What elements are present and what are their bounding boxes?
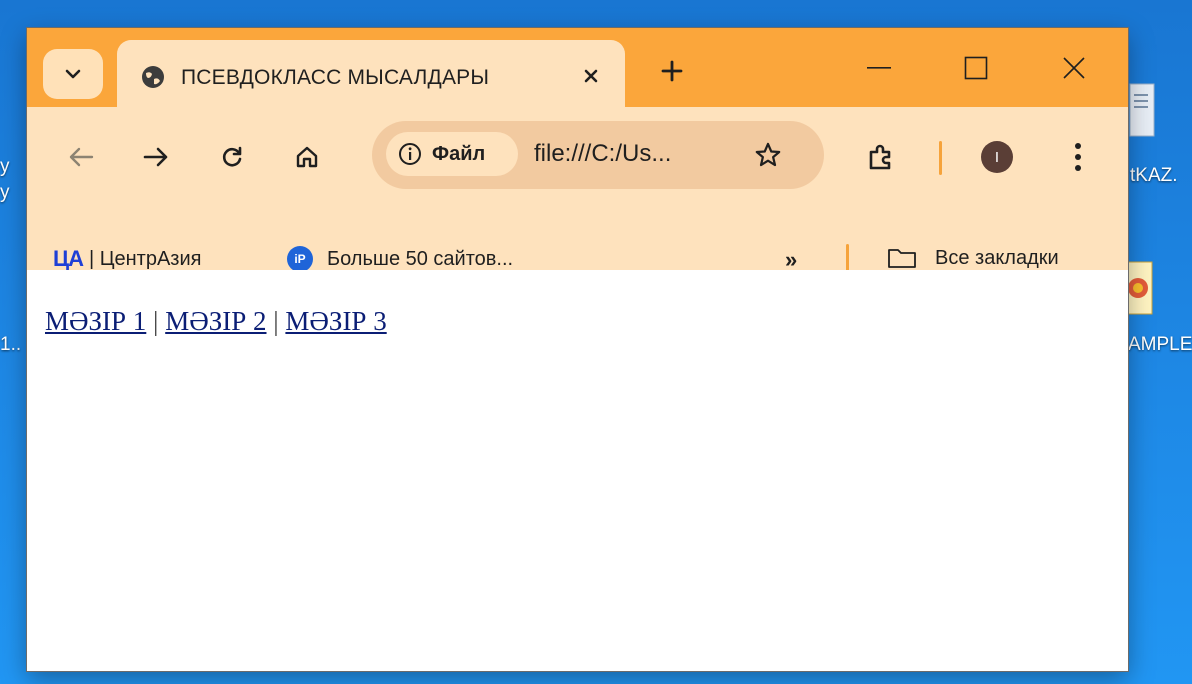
url-text[interactable]: file:///C:/Us...: [534, 140, 671, 168]
browser-toolbar: Файл file:///C:/Us... I ЦА | ЦентрАзия i…: [27, 107, 1128, 276]
desktop-icon-label: у: [0, 182, 10, 203]
reload-icon: [222, 146, 242, 167]
address-bar[interactable]: Файл file:///C:/Us...: [372, 121, 824, 189]
tab-title: ПСЕВДОКЛАСС МЫСАЛДАРЫ: [181, 66, 490, 89]
puzzle-icon: [869, 144, 891, 170]
tab-search-button[interactable]: [43, 49, 103, 99]
bookmark-star-button[interactable]: [750, 137, 786, 173]
link-separator: |: [273, 306, 279, 336]
maximize-button[interactable]: [946, 46, 1006, 90]
tab-close-button[interactable]: [577, 62, 605, 90]
plus-icon: [661, 60, 683, 82]
ip-logo: iP: [287, 246, 313, 272]
desktop-icon-label[interactable]: AMPLE: [1128, 334, 1192, 356]
document-icon[interactable]: [1128, 80, 1164, 145]
arrow-left-icon: [69, 147, 94, 167]
extensions-button[interactable]: [861, 137, 901, 177]
link-separator: |: [153, 306, 159, 336]
page-content: МӘЗІР 1 | МӘЗІР 2 | МӘЗІР 3: [27, 270, 1128, 671]
active-tab[interactable]: ПСЕВДОКЛАСС МЫСАЛДАРЫ: [117, 40, 625, 110]
minimize-button[interactable]: [849, 46, 909, 90]
site-info-chip[interactable]: Файл: [386, 132, 518, 176]
globe-icon: [141, 65, 165, 94]
menu-link-3[interactable]: МӘЗІР 3: [285, 306, 386, 336]
site-info-label: Файл: [432, 142, 486, 165]
back-button[interactable]: [61, 137, 101, 177]
folder-icon: [888, 249, 916, 268]
bookmark-label: Больше 50 сайтов...: [327, 247, 514, 270]
close-icon: [1063, 57, 1085, 79]
desktop-icon-label[interactable]: tKAZ.: [1130, 165, 1178, 187]
profile-avatar[interactable]: I: [981, 141, 1013, 173]
info-icon: [399, 143, 421, 165]
star-icon: [755, 142, 781, 167]
arrow-right-icon: [143, 147, 168, 167]
menu-link-1[interactable]: МӘЗІР 1: [45, 306, 146, 336]
centrasia-logo: ЦА: [53, 246, 84, 271]
new-tab-button[interactable]: [652, 51, 692, 91]
title-bar: ПСЕВДОКЛАСС МЫСАЛДАРЫ: [27, 28, 1128, 110]
all-bookmarks-label: Все закладки: [935, 246, 1059, 269]
maximize-icon: [964, 56, 988, 80]
all-bookmarks-button[interactable]: Все закладки: [887, 246, 1059, 270]
forward-button[interactable]: [136, 137, 176, 177]
more-menu-button[interactable]: [1063, 137, 1093, 177]
chevron-down-icon: [65, 69, 81, 79]
more-vertical-icon: [1075, 143, 1081, 171]
bookmark-ip[interactable]: iP Больше 50 сайтов...: [287, 246, 513, 272]
close-icon: [584, 69, 598, 83]
menu-links: МӘЗІР 1 | МӘЗІР 2 | МӘЗІР 3: [45, 306, 387, 337]
menu-link-2[interactable]: МӘЗІР 2: [165, 306, 266, 336]
close-window-button[interactable]: [1044, 46, 1104, 90]
bookmark-centrasia[interactable]: ЦА | ЦентрАзия: [53, 246, 201, 272]
bookmark-label: | ЦентрАзия: [88, 247, 202, 270]
home-button[interactable]: [287, 137, 327, 177]
desktop-icon-label: у: [0, 156, 10, 177]
toolbar-divider: [939, 141, 942, 175]
desktop-icon-label: 1..: [0, 334, 22, 355]
browser-window: ПСЕВДОКЛАСС МЫСАЛДАРЫ Файл file:///C:/Us…: [27, 28, 1128, 671]
home-icon: [296, 146, 318, 168]
reload-button[interactable]: [212, 137, 252, 177]
document-icon[interactable]: [1124, 258, 1160, 323]
minimize-icon: [867, 67, 891, 69]
